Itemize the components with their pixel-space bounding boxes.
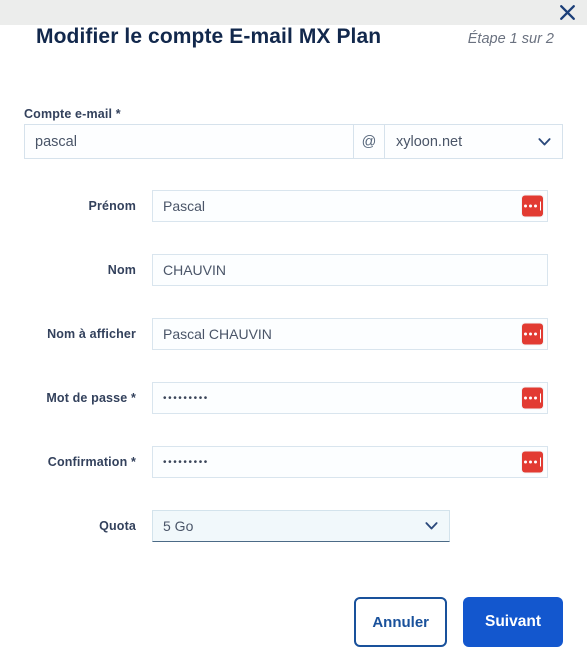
- step-indicator: Étape 1 sur 2: [467, 31, 554, 47]
- badge-dot: [523, 396, 527, 400]
- field-label-lastname-text: Nom: [107, 263, 136, 277]
- field-label-quota: Quota: [99, 519, 136, 533]
- field-wrap-password: [152, 382, 548, 414]
- badge-dot: [533, 460, 537, 464]
- badge-dot: [528, 460, 532, 464]
- badge-bar: [539, 457, 542, 467]
- badge-bar: [539, 393, 542, 403]
- field-row-password: Mot de passe *: [0, 382, 587, 414]
- email-account-input-group: @ xyloon.net: [24, 124, 563, 159]
- field-label-firstname: Prénom: [0, 199, 152, 213]
- badge-dot: [523, 332, 527, 336]
- badge-dot: [533, 204, 537, 208]
- badge-dot: [523, 460, 527, 464]
- cancel-button[interactable]: Annuler: [354, 597, 447, 647]
- field-label-lastname: Nom: [0, 263, 152, 277]
- field-label-displayname-text: Nom à afficher: [47, 327, 136, 341]
- email-local-part-input[interactable]: [24, 124, 354, 159]
- email-domain-select-wrapper: xyloon.net: [385, 124, 563, 159]
- quota-select[interactable]: 5 Go: [152, 510, 450, 542]
- close-dialog-button[interactable]: [553, 0, 581, 25]
- password-input[interactable]: [152, 382, 548, 414]
- window-topbar: [0, 0, 587, 25]
- badge-dot: [528, 332, 532, 336]
- field-row-confirmation: Confirmation *: [0, 446, 587, 478]
- field-row-lastname: Nom: [0, 254, 587, 286]
- badge-dot: [528, 396, 532, 400]
- field-row-displayname: Nom à afficher: [0, 318, 587, 350]
- field-required-password: *: [130, 391, 136, 405]
- field-wrap-confirmation: [152, 446, 548, 478]
- field-wrap-firstname: [152, 190, 548, 222]
- dialog-footer: Annuler Suivant: [0, 597, 587, 647]
- badge-dot: [528, 204, 532, 208]
- field-wrap-lastname: [152, 254, 548, 286]
- field-label-password: Mot de passe *: [0, 391, 152, 405]
- email-account-label-text: Compte e-mail: [24, 107, 113, 121]
- displayname-input[interactable]: [152, 318, 548, 350]
- lastname-input[interactable]: [152, 254, 548, 286]
- next-button[interactable]: Suivant: [463, 597, 563, 647]
- badge-dot: [533, 332, 537, 336]
- badge-bar: [539, 329, 542, 339]
- close-icon: [559, 4, 576, 21]
- badge-dot: [523, 204, 527, 208]
- field-row-quota: Quota 5 Go: [0, 510, 587, 542]
- autofill-badge-icon[interactable]: [522, 323, 543, 345]
- email-account-label: Compte e-mail *: [24, 107, 121, 121]
- page-title: Modifier le compte E-mail MX Plan: [36, 25, 382, 48]
- autofill-badge-icon[interactable]: [522, 387, 543, 409]
- required-asterisk: *: [115, 107, 121, 121]
- email-domain-select[interactable]: xyloon.net: [385, 124, 563, 159]
- badge-dot: [533, 396, 537, 400]
- field-label-displayname: Nom à afficher: [0, 327, 152, 341]
- autofill-badge-icon[interactable]: [522, 451, 543, 473]
- dialog-header: Modifier le compte E-mail MX Plan Étape …: [0, 25, 587, 49]
- field-label-confirmation-text: Confirmation: [47, 455, 128, 469]
- field-row-firstname: Prénom: [0, 190, 587, 222]
- field-label-firstname-text: Prénom: [88, 199, 136, 213]
- field-required-confirmation: *: [130, 455, 136, 469]
- field-wrap-quota: 5 Go: [152, 510, 450, 542]
- field-label-confirmation: Confirmation *: [0, 455, 152, 469]
- at-symbol-separator: @: [354, 124, 385, 159]
- field-label-password-text: Mot de passe: [46, 391, 128, 405]
- field-wrap-displayname: [152, 318, 548, 350]
- badge-bar: [539, 201, 542, 211]
- autofill-badge-icon[interactable]: [522, 195, 543, 217]
- confirmation-input[interactable]: [152, 446, 548, 478]
- firstname-input[interactable]: [152, 190, 548, 222]
